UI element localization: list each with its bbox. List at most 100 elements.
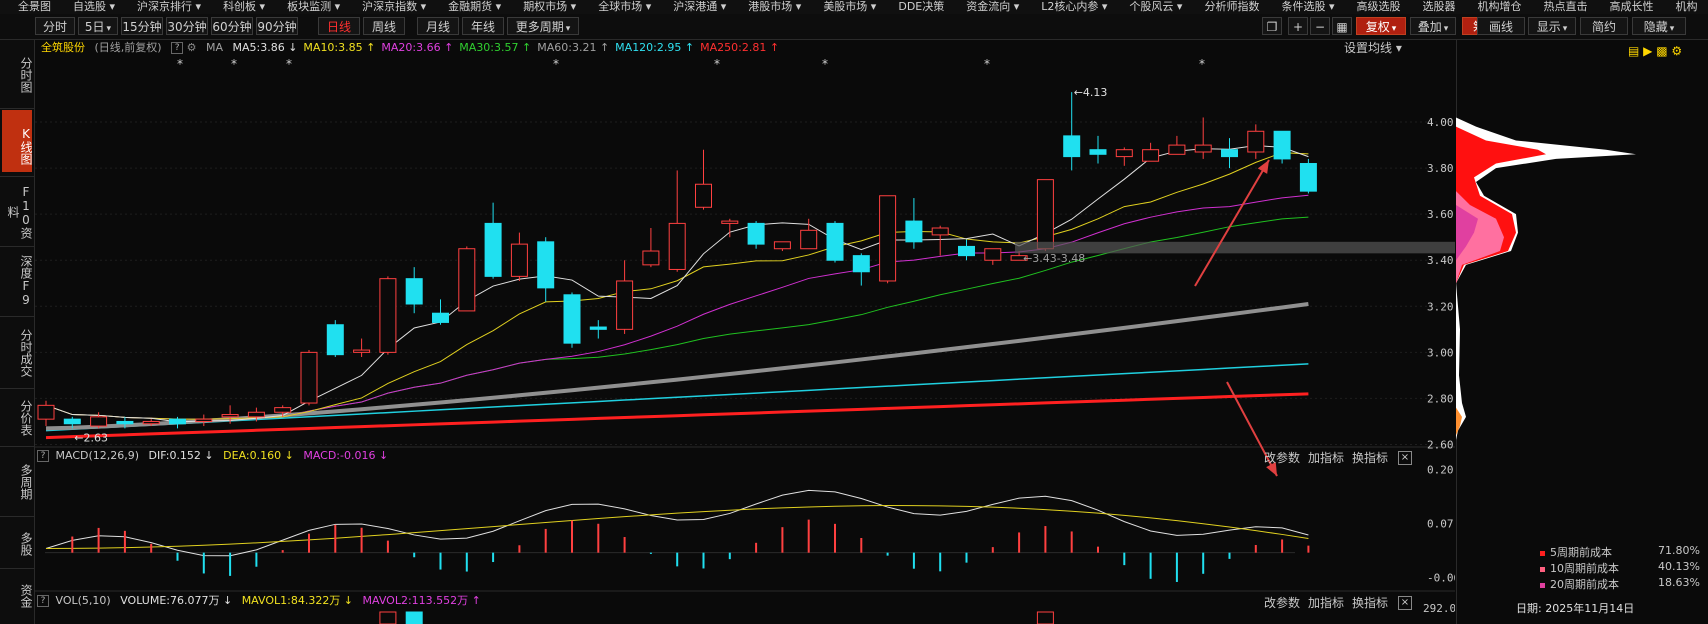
side-tab-funds[interactable]: 资金 xyxy=(2,576,33,616)
side-tab-multi-period[interactable]: 多周期 xyxy=(2,452,33,512)
vol-mavol1: MAVOL1:84.322万 xyxy=(241,594,341,607)
simple-button[interactable]: 简约 xyxy=(1580,17,1628,35)
top-menu-item[interactable]: 热点直击 xyxy=(1543,1,1587,12)
vol-switch-indicator[interactable]: 换指标 xyxy=(1352,594,1388,611)
top-menu-item[interactable]: L2核心内参 ▾ xyxy=(1041,1,1107,12)
kline-chart[interactable]: * * * * * * * * ←4.13 ←2.63 ←3.43-3.48 4.00 3.80 3.60… xyxy=(35,56,1455,624)
period-tab[interactable]: 60分钟 xyxy=(211,17,253,35)
top-menu-item[interactable]: DDE决策 xyxy=(898,1,944,12)
side-tab-trades[interactable]: 分时成交 xyxy=(2,322,33,384)
ma-settings-dropdown[interactable]: 设置均线 ▾ xyxy=(1344,40,1402,56)
candle-body xyxy=(1089,149,1107,155)
period-tab[interactable]: 年线 xyxy=(462,17,504,35)
period-tab[interactable]: 90分钟 xyxy=(256,17,298,35)
top-menu-item[interactable]: 机构增仓 xyxy=(1477,1,1521,12)
top-menu-item[interactable]: 个股风云 ▾ xyxy=(1129,1,1182,12)
grid-icon[interactable]: ▦ xyxy=(1332,17,1352,35)
top-menu-item[interactable]: 港股市场 ▾ xyxy=(748,1,801,12)
candle-body xyxy=(616,280,634,330)
top-menu-item[interactable]: 板块监测 ▾ xyxy=(287,1,340,12)
candle-body xyxy=(37,404,55,420)
period-tab-active[interactable]: 日线 xyxy=(318,17,360,35)
price-tick-label: 3.80 xyxy=(1427,162,1454,175)
chip-legend-row: 20周期前成本 18.63% xyxy=(1540,576,1700,592)
candle-body xyxy=(1063,135,1081,158)
top-menu-item[interactable]: 自选股 ▾ xyxy=(73,1,115,12)
dif-line xyxy=(45,489,1309,557)
candle-body xyxy=(1036,179,1054,250)
top-menu-item[interactable]: 选股器 xyxy=(1422,1,1455,12)
top-menu-item[interactable]: 期权市场 ▾ xyxy=(523,1,576,12)
toolbar: 分时 5日 15分钟 30分钟 60分钟 90分钟 日线 周线 月线 年线 更多… xyxy=(0,14,1708,40)
event-marker: * xyxy=(822,57,828,71)
ma-value: MA30:3.57 ↑ xyxy=(459,41,532,54)
candle-body xyxy=(432,312,449,323)
top-menu-item[interactable]: 分析师指数 xyxy=(1204,1,1259,12)
side-tab-multi-stock[interactable]: 多股 xyxy=(2,524,33,564)
top-menu-item[interactable]: 金融期货 ▾ xyxy=(448,1,501,12)
vol-change-params[interactable]: 改参数 xyxy=(1264,594,1300,611)
period-tab[interactable]: 30分钟 xyxy=(166,17,208,35)
top-menu-item[interactable]: 全球市场 ▾ xyxy=(598,1,651,12)
display-button[interactable]: 显示 xyxy=(1528,17,1576,35)
candle-body xyxy=(826,222,844,261)
top-menu-item[interactable]: 沪深京指数 ▾ xyxy=(362,1,426,12)
macd-label: MACD(12,26,9) xyxy=(55,449,140,462)
adjust-button[interactable]: 复权 xyxy=(1356,17,1406,35)
macd-close-icon[interactable]: × xyxy=(1398,451,1412,465)
candle-body xyxy=(353,349,371,353)
copy-icon[interactable]: ❐ xyxy=(1262,17,1282,35)
period-tab[interactable]: 月线 xyxy=(417,17,459,35)
top-menu-item[interactable]: 全景图 xyxy=(18,1,51,12)
event-marker: * xyxy=(231,57,237,71)
period-tab[interactable]: 周线 xyxy=(363,17,405,35)
vol-header: ? VOL(5,10) VOLUME:76.077万 ↓ MAVOL1:84.3… xyxy=(37,594,481,608)
help-icon[interactable]: ? xyxy=(171,42,184,54)
period-tab[interactable]: 15分钟 xyxy=(121,17,163,35)
period-tab[interactable]: 分时 xyxy=(35,17,75,35)
hide-button[interactable]: 隐藏 xyxy=(1632,17,1686,35)
top-menu-item[interactable]: 机构 xyxy=(1675,1,1697,12)
help-icon[interactable]: ? xyxy=(37,450,49,462)
more-periods-dropdown[interactable]: 更多周期 xyxy=(507,17,579,35)
side-tab-timeshare[interactable]: 分时图 xyxy=(2,46,33,104)
chip-distribution-chart xyxy=(1456,117,1636,440)
high-annotation: ←4.13 xyxy=(1074,86,1108,99)
zoom-in-icon[interactable]: + xyxy=(1288,17,1308,35)
vol-add-indicator[interactable]: 加指标 xyxy=(1308,594,1344,611)
top-menu-item[interactable]: 高成长性 xyxy=(1609,1,1653,12)
event-marker: * xyxy=(553,57,559,71)
top-menu-item[interactable]: 沪深京排行 ▾ xyxy=(137,1,201,12)
vol-close-icon[interactable]: × xyxy=(1398,596,1412,610)
draw-line-button[interactable]: 画线 xyxy=(1477,17,1525,35)
candle-body xyxy=(379,278,397,353)
candle-body xyxy=(169,418,186,425)
ma-value: MA60:3.21 ↑ xyxy=(537,41,610,54)
top-menu-item[interactable]: 条件选股 ▾ xyxy=(1281,1,1334,12)
chart-mode: (日线,前复权) xyxy=(94,41,162,54)
chip-tools-icons[interactable]: ▤ ▶ ▩ ⚙ xyxy=(1628,44,1682,58)
candle-body xyxy=(852,255,870,273)
settings-gear-icon[interactable]: ⚙ xyxy=(187,40,197,56)
macd-add-indicator[interactable]: 加指标 xyxy=(1308,449,1344,466)
period-tab[interactable]: 5日 xyxy=(78,17,118,35)
help-icon[interactable]: ? xyxy=(37,595,49,607)
top-menu-item[interactable]: 沪深港通 ▾ xyxy=(673,1,726,12)
price-tick-label: 2.80 xyxy=(1427,392,1454,405)
macd-dea: DEA:0.160 xyxy=(223,449,282,462)
top-menu-item[interactable]: 科创板 ▾ xyxy=(223,1,265,12)
side-tab-price-table[interactable]: 分价表 xyxy=(2,394,33,442)
side-tab-f9[interactable]: 深度F9 xyxy=(2,252,33,310)
macd-dif: DIF:0.152 xyxy=(148,449,201,462)
macd-header: ? MACD(12,26,9) DIF:0.152 ↓ DEA:0.160 ↓ … xyxy=(37,449,388,463)
top-menu-item[interactable]: 美股市场 ▾ xyxy=(823,1,876,12)
side-tab-kline[interactable]: K线图 xyxy=(2,110,33,172)
side-tab-f10[interactable]: F10资料 xyxy=(2,182,33,242)
vol-volume: VOLUME:76.077万 xyxy=(120,594,220,607)
top-menu-item[interactable]: 资金流向 ▾ xyxy=(966,1,1019,12)
macd-change-params[interactable]: 改参数 xyxy=(1264,449,1300,466)
macd-switch-indicator[interactable]: 换指标 xyxy=(1352,449,1388,466)
top-menu-item[interactable]: 高级选股 xyxy=(1356,1,1400,12)
zoom-out-icon[interactable]: − xyxy=(1310,17,1330,35)
overlay-button[interactable]: 叠加 xyxy=(1410,17,1456,35)
